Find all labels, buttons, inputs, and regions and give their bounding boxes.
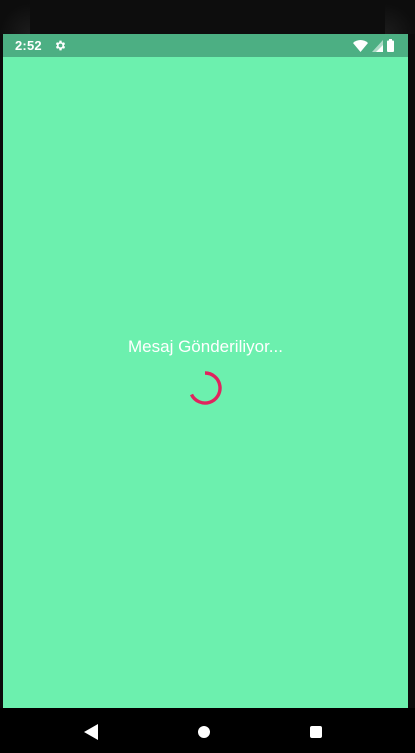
phone-device: 2:52 Mesaj Gönderiliyor... (0, 0, 415, 753)
wifi-icon (353, 39, 368, 52)
status-time: 2:52 (15, 38, 42, 53)
navigation-bar (0, 708, 415, 753)
bezel-corner-left (0, 0, 30, 34)
loading-spinner-icon (189, 371, 222, 405)
sending-message-label: Mesaj Gönderiliyor... (128, 337, 283, 356)
status-icons (353, 39, 394, 52)
settings-icon (55, 40, 66, 51)
signal-icon (372, 39, 383, 52)
loading-content: Mesaj Gönderiliyor... (3, 57, 408, 708)
bezel-corner-right (385, 0, 415, 34)
home-icon[interactable] (198, 726, 210, 738)
app-screen: 2:52 Mesaj Gönderiliyor... (3, 34, 408, 708)
status-bar: 2:52 (3, 34, 408, 57)
top-bezel (0, 0, 415, 34)
recents-icon[interactable] (310, 726, 322, 738)
back-icon[interactable] (84, 724, 98, 740)
battery-icon (387, 39, 394, 52)
